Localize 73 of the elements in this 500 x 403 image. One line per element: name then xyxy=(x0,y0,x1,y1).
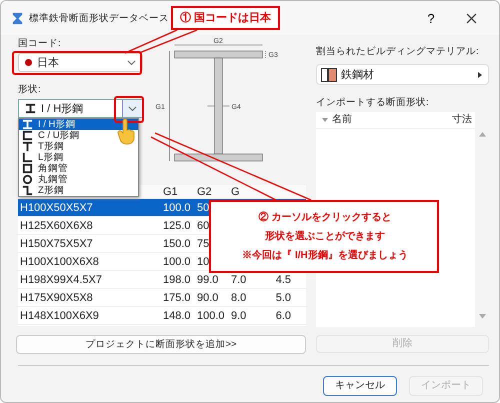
table-cell-text: H100X100X6X8 xyxy=(19,254,100,268)
table-cell-text: 50 xyxy=(196,200,210,214)
field-label: インポートする断面形状: xyxy=(316,97,430,109)
material-field[interactable]: 鉄鋼材 xyxy=(316,64,489,85)
table-cell-text: 10 xyxy=(196,254,210,268)
table-cell-text: 148.0 xyxy=(162,308,192,322)
shape-dropdown[interactable]: I / H形鋼 xyxy=(18,99,143,118)
table-cell-text: 100.0 xyxy=(162,254,192,268)
table-cell-text: 198.0 xyxy=(162,272,192,286)
field-label: 国コード: xyxy=(18,38,62,50)
field-label: 割当られたビルディングマテリアル: xyxy=(316,46,480,58)
callout-tooltip: ② カーソルをクリックすると 形状を選ぶことができます ※今回は『 I/H形鋼』を選びましょう xyxy=(209,200,439,273)
table-cell-text: 5.0 xyxy=(274,290,292,304)
column-header: G2 xyxy=(196,186,213,198)
table-cell-text: 7.0 xyxy=(230,272,248,286)
table-cell-text: 4.5 xyxy=(274,272,292,286)
close-icon xyxy=(466,12,476,24)
dropdown-option[interactable]: 角鋼管 xyxy=(19,163,138,174)
table-cell-text: 125.0 xyxy=(162,218,192,232)
scroll-down-icon[interactable] xyxy=(479,314,486,319)
table-cell-text: 6.0 xyxy=(274,308,292,322)
table-cell-text: 8.0 xyxy=(230,290,248,304)
table-cell-text: H148X100X6X9 xyxy=(19,308,100,322)
help-button[interactable]: ? xyxy=(411,4,451,32)
column-header: G xyxy=(230,186,241,198)
dropdown-option[interactable]: L形鋼 xyxy=(19,152,138,163)
add-section-button[interactable]: プロジェクトに断面形状を追加>> xyxy=(16,335,306,354)
callout-tooltip: ① 国コードは日本 xyxy=(171,6,280,30)
dialog-button[interactable]: キャンセル xyxy=(323,376,397,396)
app-icon xyxy=(11,12,24,24)
table-cell-text: H198X99X4.5X7 xyxy=(19,272,103,286)
table-cell-text: H100X50X5X7 xyxy=(19,200,94,214)
table-row[interactable]: H175X90X5X8 175.0 90.0 8.0 5.0 xyxy=(18,289,306,307)
shape-icon xyxy=(22,174,33,185)
chevron-down-icon xyxy=(127,60,136,66)
chevron-down-icon xyxy=(128,106,137,112)
table-cell-text: H175X90X5X8 xyxy=(19,290,94,304)
column-header: G1 xyxy=(162,186,179,198)
table-row[interactable]: H148X100X6X9 148.0 100.0 9.0 6.0 xyxy=(18,307,306,325)
table-cell-text: 100.0 xyxy=(196,308,226,322)
sort-icon xyxy=(322,118,328,122)
shape-icon xyxy=(22,185,33,196)
dropdown-option[interactable]: I / H形鋼 xyxy=(19,119,138,130)
hand-pointer-icon xyxy=(116,119,136,145)
table-cell-text: H125X60X6X8 xyxy=(19,218,94,232)
column-header: 寸法 xyxy=(452,113,473,127)
table-cell-text: 9.0 xyxy=(230,308,248,322)
table-cell-text: 99.0 xyxy=(196,272,220,286)
table-cell-text: 150.0 xyxy=(162,236,192,250)
column-header: 名前 xyxy=(332,113,353,127)
shape-icon xyxy=(22,141,33,152)
shape-icon xyxy=(22,163,33,174)
shape-icon xyxy=(25,103,36,114)
dropdown-option[interactable]: T形鋼 xyxy=(19,141,138,152)
dropdown-option[interactable]: Z形鋼 xyxy=(19,185,138,196)
shape-icon xyxy=(22,130,33,141)
dropdown-arrow-button[interactable] xyxy=(122,100,142,117)
table-cell-text: 175.0 xyxy=(162,290,192,304)
field-label: 形状: xyxy=(18,84,42,96)
window-title: 標準鉄骨断面形状データベース xyxy=(29,12,169,24)
table-cell-text: 100.0 xyxy=(162,200,192,214)
country-dropdown[interactable]: 日本 xyxy=(18,53,143,72)
scroll-up-icon[interactable] xyxy=(479,132,486,137)
arrow-right-icon[interactable] xyxy=(478,72,482,78)
dropdown-option[interactable]: 丸鋼管 xyxy=(19,174,138,185)
dot-icon xyxy=(25,59,32,66)
table-cell-text: 75 xyxy=(196,236,210,250)
dropdown-option[interactable]: C / U形鋼 xyxy=(19,130,138,141)
table-cell-text: 90.0 xyxy=(196,290,220,304)
material-swatch-icon xyxy=(321,68,337,82)
shape-icon xyxy=(22,152,33,163)
table-cell-text: 60 xyxy=(196,218,210,232)
table-cell-text: H150X75X5X7 xyxy=(19,236,94,250)
